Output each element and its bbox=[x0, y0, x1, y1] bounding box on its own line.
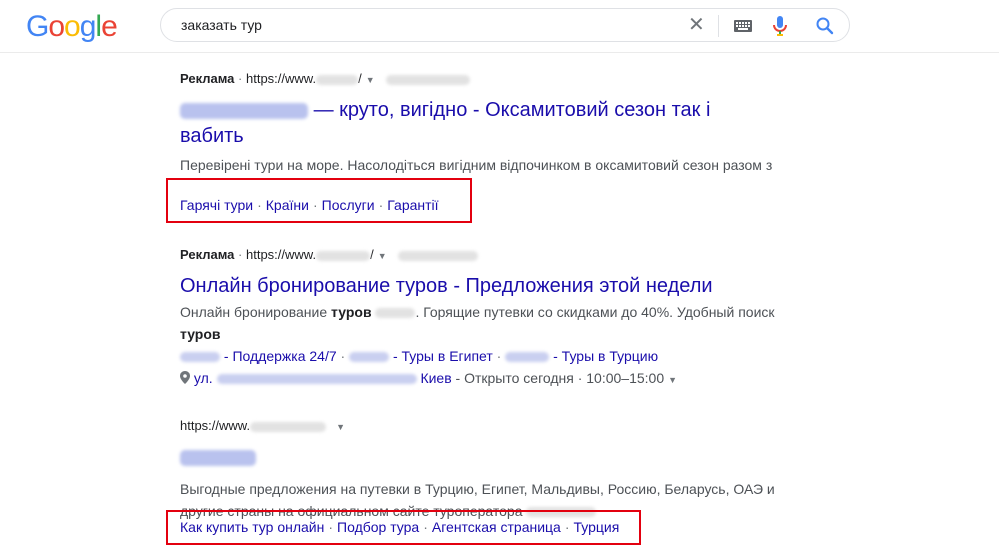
sitelink[interactable]: Країни bbox=[266, 197, 309, 213]
chevron-down-icon[interactable]: ▼ bbox=[664, 375, 677, 385]
result-url[interactable]: https://www. bbox=[246, 247, 316, 262]
logo-letter: G bbox=[26, 10, 49, 43]
sitelink[interactable]: - Поддержка 24/7 bbox=[224, 348, 337, 364]
result-url[interactable]: https://www. bbox=[246, 71, 316, 86]
redacted-brand bbox=[349, 352, 390, 363]
result-title[interactable]: — круто, вигідно - Оксамитовий сезон так… bbox=[180, 97, 740, 149]
ad-result: Реклама · https://www. / ▼ — круто, вигідн… bbox=[180, 70, 800, 176]
result-url[interactable]: https://www. bbox=[180, 418, 250, 433]
close-icon[interactable]: ✕ bbox=[688, 13, 705, 37]
redacted-domain bbox=[316, 250, 371, 261]
ad-result: Реклама · https://www. / ▼ Онлайн брониров… bbox=[180, 246, 800, 391]
ad-url-line: Реклама · https://www. / ▼ bbox=[180, 246, 800, 265]
sitelinks: - Поддержка 24/7 · - Туры в Египет · - Т… bbox=[180, 345, 800, 367]
redacted-title bbox=[180, 102, 308, 119]
redacted-title bbox=[180, 449, 256, 466]
search-input[interactable]: заказать тур bbox=[181, 17, 262, 33]
sitelinks: Гарячі тури · Країни · Послуги · Гарантії bbox=[180, 197, 439, 213]
sitelink[interactable]: Гарячі тури bbox=[180, 197, 253, 213]
sitelink[interactable]: - Туры в Египет bbox=[393, 348, 493, 364]
search-divider bbox=[718, 15, 719, 37]
sitelink[interactable]: Агентская страница bbox=[432, 519, 561, 535]
redacted-domain bbox=[316, 74, 359, 85]
keyboard-icon[interactable] bbox=[734, 20, 752, 32]
map-pin-icon bbox=[180, 371, 190, 384]
redacted-domain bbox=[250, 421, 327, 432]
search-icon[interactable] bbox=[815, 16, 835, 36]
header: Google заказать тур ✕ bbox=[0, 0, 999, 53]
location-line: ул. Киев - Открыто сегодня · 10:00–15:00… bbox=[180, 367, 800, 391]
sitelink[interactable]: Турция bbox=[574, 519, 620, 535]
ad-label: Реклама bbox=[180, 247, 235, 262]
result-title[interactable] bbox=[180, 444, 800, 470]
logo-letter: o bbox=[48, 10, 65, 43]
chevron-down-icon[interactable]: ▼ bbox=[374, 251, 387, 261]
opening-hours: - Открыто сегодня · 10:00–15:00 bbox=[455, 370, 665, 386]
sitelink[interactable]: Послуги bbox=[322, 197, 375, 213]
redacted-brand bbox=[505, 352, 550, 363]
result-title[interactable]: Онлайн бронирование туров - Предложения … bbox=[180, 273, 800, 299]
chevron-down-icon[interactable]: ▼ bbox=[326, 422, 345, 432]
redacted-brand bbox=[375, 308, 416, 319]
sitelink[interactable]: Как купить тур онлайн bbox=[180, 519, 324, 535]
sitelink[interactable]: Подбор тура bbox=[337, 519, 419, 535]
google-logo[interactable]: Google bbox=[26, 8, 118, 46]
organic-result: https://www. ▼ Выгодные предложения на пу… bbox=[180, 417, 800, 522]
sitelinks: Как купить тур онлайн · Подбор тура · Агентс… bbox=[180, 519, 620, 535]
ad-label: Реклама bbox=[180, 71, 235, 86]
redacted-brand bbox=[180, 352, 220, 363]
redacted-phone bbox=[386, 74, 471, 85]
result-snippet: Перевірені тури на море. Насолодіться ви… bbox=[180, 157, 773, 173]
mic-icon[interactable] bbox=[773, 15, 787, 37]
result-snippet: Онлайн бронирование туров . Горящие путе… bbox=[180, 304, 775, 342]
address-link[interactable]: ул. Киев bbox=[194, 370, 452, 386]
search-box[interactable]: заказать тур ✕ bbox=[160, 8, 850, 42]
redacted-address bbox=[216, 374, 417, 385]
sitelink[interactable]: Гарантії bbox=[387, 197, 438, 213]
result-url-line: https://www. ▼ bbox=[180, 417, 800, 436]
logo-letter: g bbox=[79, 10, 97, 43]
logo-letter: o bbox=[64, 10, 81, 43]
ad-url-line: Реклама · https://www. / ▼ bbox=[180, 70, 800, 89]
sitelink[interactable]: - Туры в Турцию bbox=[553, 348, 658, 364]
chevron-down-icon[interactable]: ▼ bbox=[362, 75, 375, 85]
redacted-phone bbox=[398, 250, 479, 261]
logo-letter: e bbox=[101, 10, 118, 43]
